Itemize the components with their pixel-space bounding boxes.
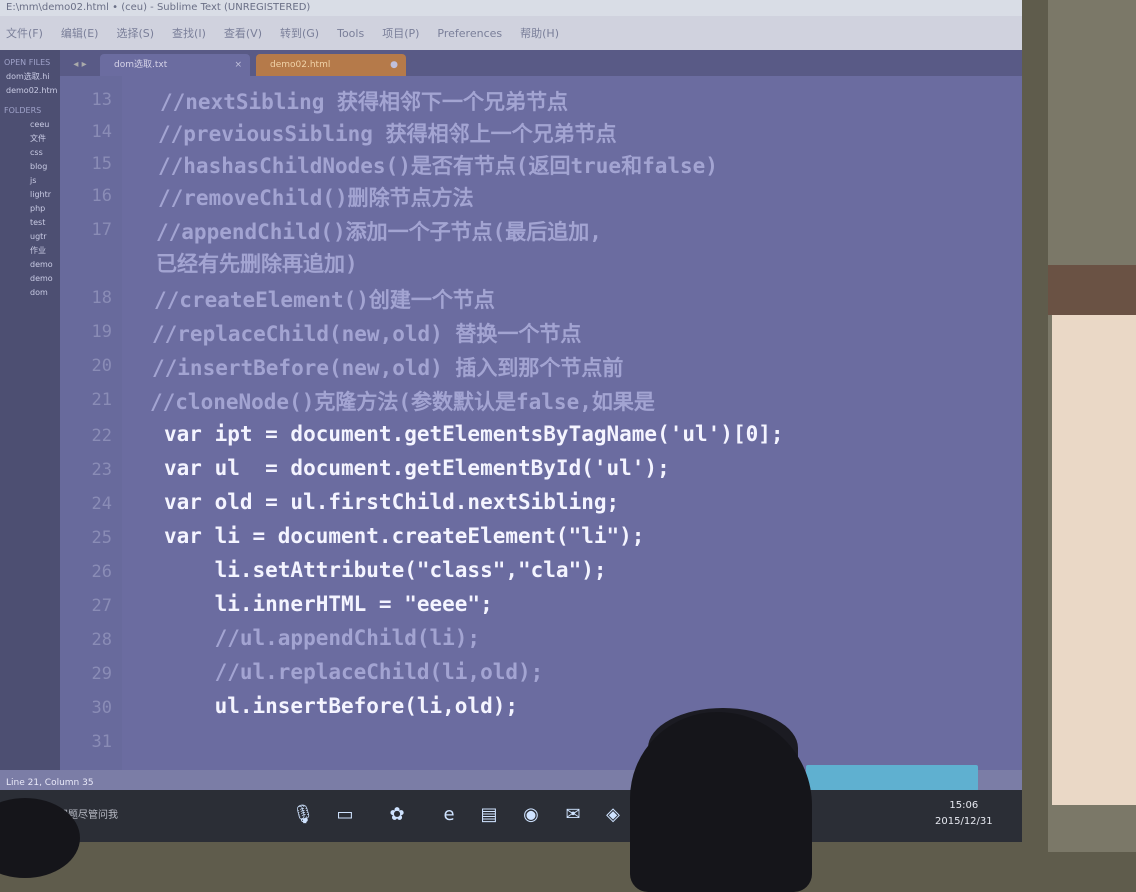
task-view-icon[interactable]: ▭ — [332, 802, 358, 828]
tab-bar: ◂ ▸ dom选取.txt × demo02.html ● — [60, 50, 1022, 76]
code-comment-line: //removeChild()删除节点方法 — [158, 186, 474, 210]
edge-icon[interactable]: e — [436, 802, 462, 828]
line-number: 15 — [91, 154, 112, 174]
tab-nav-arrows[interactable]: ◂ ▸ — [60, 54, 100, 76]
folder-item[interactable]: test — [0, 216, 60, 230]
code-line: li.setAttribute("class","cla"); — [164, 558, 607, 582]
menu-item[interactable]: 帮助(H) — [520, 25, 559, 41]
tab-close-icon[interactable]: × — [234, 54, 242, 76]
chrome-icon[interactable]: ◉ — [518, 802, 544, 828]
code-comment-line: //insertBefore(new,old) 插入到那个节点前 — [152, 356, 624, 380]
folder-item[interactable]: ceeu — [0, 118, 60, 132]
ime-toolbar[interactable] — [806, 765, 978, 791]
wall-board — [1048, 265, 1136, 315]
folder-item[interactable]: lightr — [0, 188, 60, 202]
line-number: 29 — [91, 664, 112, 684]
explorer-icon[interactable]: ▤ — [476, 802, 502, 828]
folder-item[interactable]: php — [0, 202, 60, 216]
line-number: 27 — [91, 596, 112, 616]
menu-item[interactable]: 转到(G) — [280, 25, 319, 41]
line-number: 23 — [91, 460, 112, 480]
taskbar-clock[interactable]: 15:06 2015/12/31 — [935, 798, 993, 830]
code-comment-line: //appendChild()添加一个子节点(最后追加, — [156, 220, 602, 244]
window-title: E:\mm\demo02.html • (ceu) - Sublime Text… — [0, 0, 1022, 16]
line-number-gutter: 13 14 15 16 17 18 19 20 21 22 23 24 25 26 27 28 29 30 31 — [60, 76, 122, 770]
taskbar: 有问题尽管问我 15:06 2015/12/31 🎙 ▭ ✿ e ▤ ◉ ✉ ◈ — [0, 790, 1022, 842]
code-comment-line: //previousSibling 获得相邻上一个兄弟节点 — [158, 122, 617, 146]
tab-label: dom选取.txt — [114, 60, 168, 70]
folder-item[interactable]: 作业 — [0, 244, 60, 258]
line-number: 22 — [91, 426, 112, 446]
line-number: 17 — [91, 220, 112, 240]
tab-close-icon[interactable]: ● — [390, 54, 398, 76]
code-editor[interactable]: //nextSibling 获得相邻下一个兄弟节点 //previousSibli… — [122, 76, 1022, 770]
menu-item[interactable]: 项目(P) — [382, 25, 419, 41]
menu-item[interactable]: 编辑(E) — [61, 25, 99, 41]
line-number: 18 — [91, 288, 112, 308]
clock-time: 15:06 — [949, 800, 979, 811]
projected-screen: E:\mm\demo02.html • (ceu) - Sublime Text… — [0, 0, 1022, 842]
line-number: 25 — [91, 528, 112, 548]
menu-bar: 文件(F) 编辑(E) 选择(S) 查找(I) 查看(V) 转到(G) Tools 项目(P)… — [0, 16, 1022, 50]
open-file-item[interactable]: dom选取.hi — [0, 70, 60, 84]
line-number: 24 — [91, 494, 112, 514]
code-comment-line: //createElement()创建一个节点 — [154, 288, 495, 312]
line-number: 31 — [91, 732, 112, 752]
menu-item[interactable]: 查看(V) — [224, 25, 262, 41]
clock-date: 2015/12/31 — [935, 816, 993, 827]
folder-item[interactable]: js — [0, 174, 60, 188]
code-comment-line: //cloneNode()克隆方法(参数默认是false,如果是 — [150, 390, 655, 414]
menu-item[interactable]: Preferences — [437, 27, 502, 40]
wall-panel — [1052, 315, 1136, 805]
menu-item[interactable]: 查找(I) — [172, 25, 206, 41]
folder-item[interactable]: 文件 — [0, 132, 60, 146]
code-comment-line: //nextSibling 获得相邻下一个兄弟节点 — [160, 90, 569, 114]
editor-tab[interactable]: dom选取.txt × — [100, 54, 250, 76]
sidebar: OPEN FILES dom选取.hi demo02.htm FOLDERS ceeu… — [0, 50, 60, 770]
line-number: 26 — [91, 562, 112, 582]
sublime-icon[interactable]: ◈ — [600, 802, 626, 828]
menu-item[interactable]: 文件(F) — [6, 25, 43, 41]
code-comment-line: //replaceChild(new,old) 替换一个节点 — [152, 322, 582, 346]
line-number: 20 — [91, 356, 112, 376]
folder-item[interactable]: css — [0, 146, 60, 160]
folders-header: FOLDERS — [4, 106, 42, 115]
cursor-position: Line 21, Column 35 — [6, 778, 94, 788]
menu-item[interactable]: 选择(S) — [116, 25, 154, 41]
app-icon[interactable]: ✿ — [384, 802, 410, 828]
code-line: ul.insertBefore(li,old); — [164, 694, 519, 718]
code-line: var li = document.createElement("li"); — [164, 524, 645, 548]
code-line: var ul = document.getElementById('ul'); — [164, 456, 670, 480]
editor-tab[interactable]: demo02.html ● — [256, 54, 406, 76]
code-comment-line: //ul.replaceChild(li,old); — [164, 660, 544, 684]
code-comment-line: //hashasChildNodes()是否有节点(返回true和false) — [158, 154, 718, 178]
menu-item[interactable]: Tools — [337, 27, 364, 40]
folder-item[interactable]: dom — [0, 286, 60, 300]
code-line: li.innerHTML = "eeee"; — [164, 592, 493, 616]
line-number: 16 — [91, 186, 112, 206]
code-line: var old = ul.firstChild.nextSibling; — [164, 490, 620, 514]
open-files-header: OPEN FILES — [4, 58, 51, 67]
folder-item[interactable]: blog — [0, 160, 60, 174]
tab-label: demo02.html — [270, 60, 331, 70]
line-number: 30 — [91, 698, 112, 718]
folder-item[interactable]: demo — [0, 272, 60, 286]
open-file-item[interactable]: demo02.htm — [0, 84, 60, 98]
mic-icon[interactable]: 🎙 — [290, 802, 316, 828]
line-number: 13 — [91, 90, 112, 110]
line-number: 21 — [91, 390, 112, 410]
code-comment-line: 已经有先删除再追加) — [156, 252, 358, 276]
code-line: var ipt = document.getElementsByTagName(… — [164, 422, 784, 446]
code-comment-line: //ul.appendChild(li); — [164, 626, 481, 650]
mail-icon[interactable]: ✉ — [560, 802, 586, 828]
folder-item[interactable]: ugtr — [0, 230, 60, 244]
line-number: 14 — [91, 122, 112, 142]
folder-item[interactable]: demo — [0, 258, 60, 272]
line-number: 19 — [91, 322, 112, 342]
audience-head-body — [630, 712, 812, 892]
line-number: 28 — [91, 630, 112, 650]
